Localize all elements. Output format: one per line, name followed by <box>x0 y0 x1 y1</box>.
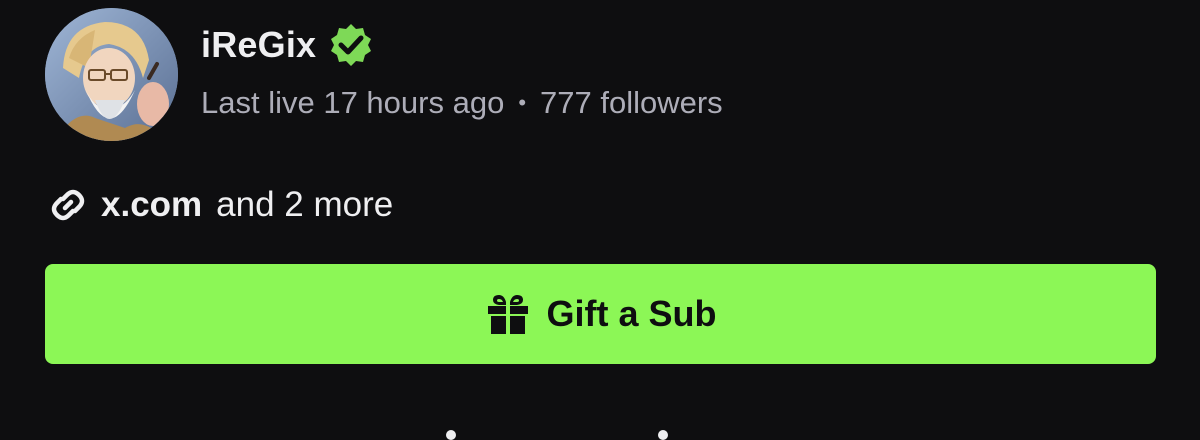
meta-separator: • <box>518 89 527 115</box>
link-primary[interactable]: x.com <box>101 185 202 225</box>
channel-meta: Last live 17 hours ago • 777 followers <box>201 85 723 121</box>
peek-dot <box>446 430 456 440</box>
name-row: iReGix <box>201 21 723 69</box>
link-icon <box>45 182 91 228</box>
channel-info: iReGix Last live 17 hours ago • 777 foll… <box>201 21 723 121</box>
gift-sub-button[interactable]: Gift a Sub <box>45 264 1156 364</box>
verified-badge-icon <box>328 22 374 68</box>
last-live-text: Last live 17 hours ago <box>201 84 505 120</box>
avatar[interactable] <box>45 8 178 141</box>
channel-name[interactable]: iReGix <box>201 24 316 66</box>
channel-header: iReGix Last live 17 hours ago • 777 foll… <box>45 8 723 141</box>
gift-icon <box>485 291 531 337</box>
followers-count: 777 followers <box>540 84 723 120</box>
social-links[interactable]: x.com and 2 more <box>45 182 393 228</box>
gift-button-label: Gift a Sub <box>546 293 717 334</box>
link-more[interactable]: and 2 more <box>216 185 393 225</box>
next-section-peek <box>0 428 1200 440</box>
peek-dot <box>658 430 668 440</box>
